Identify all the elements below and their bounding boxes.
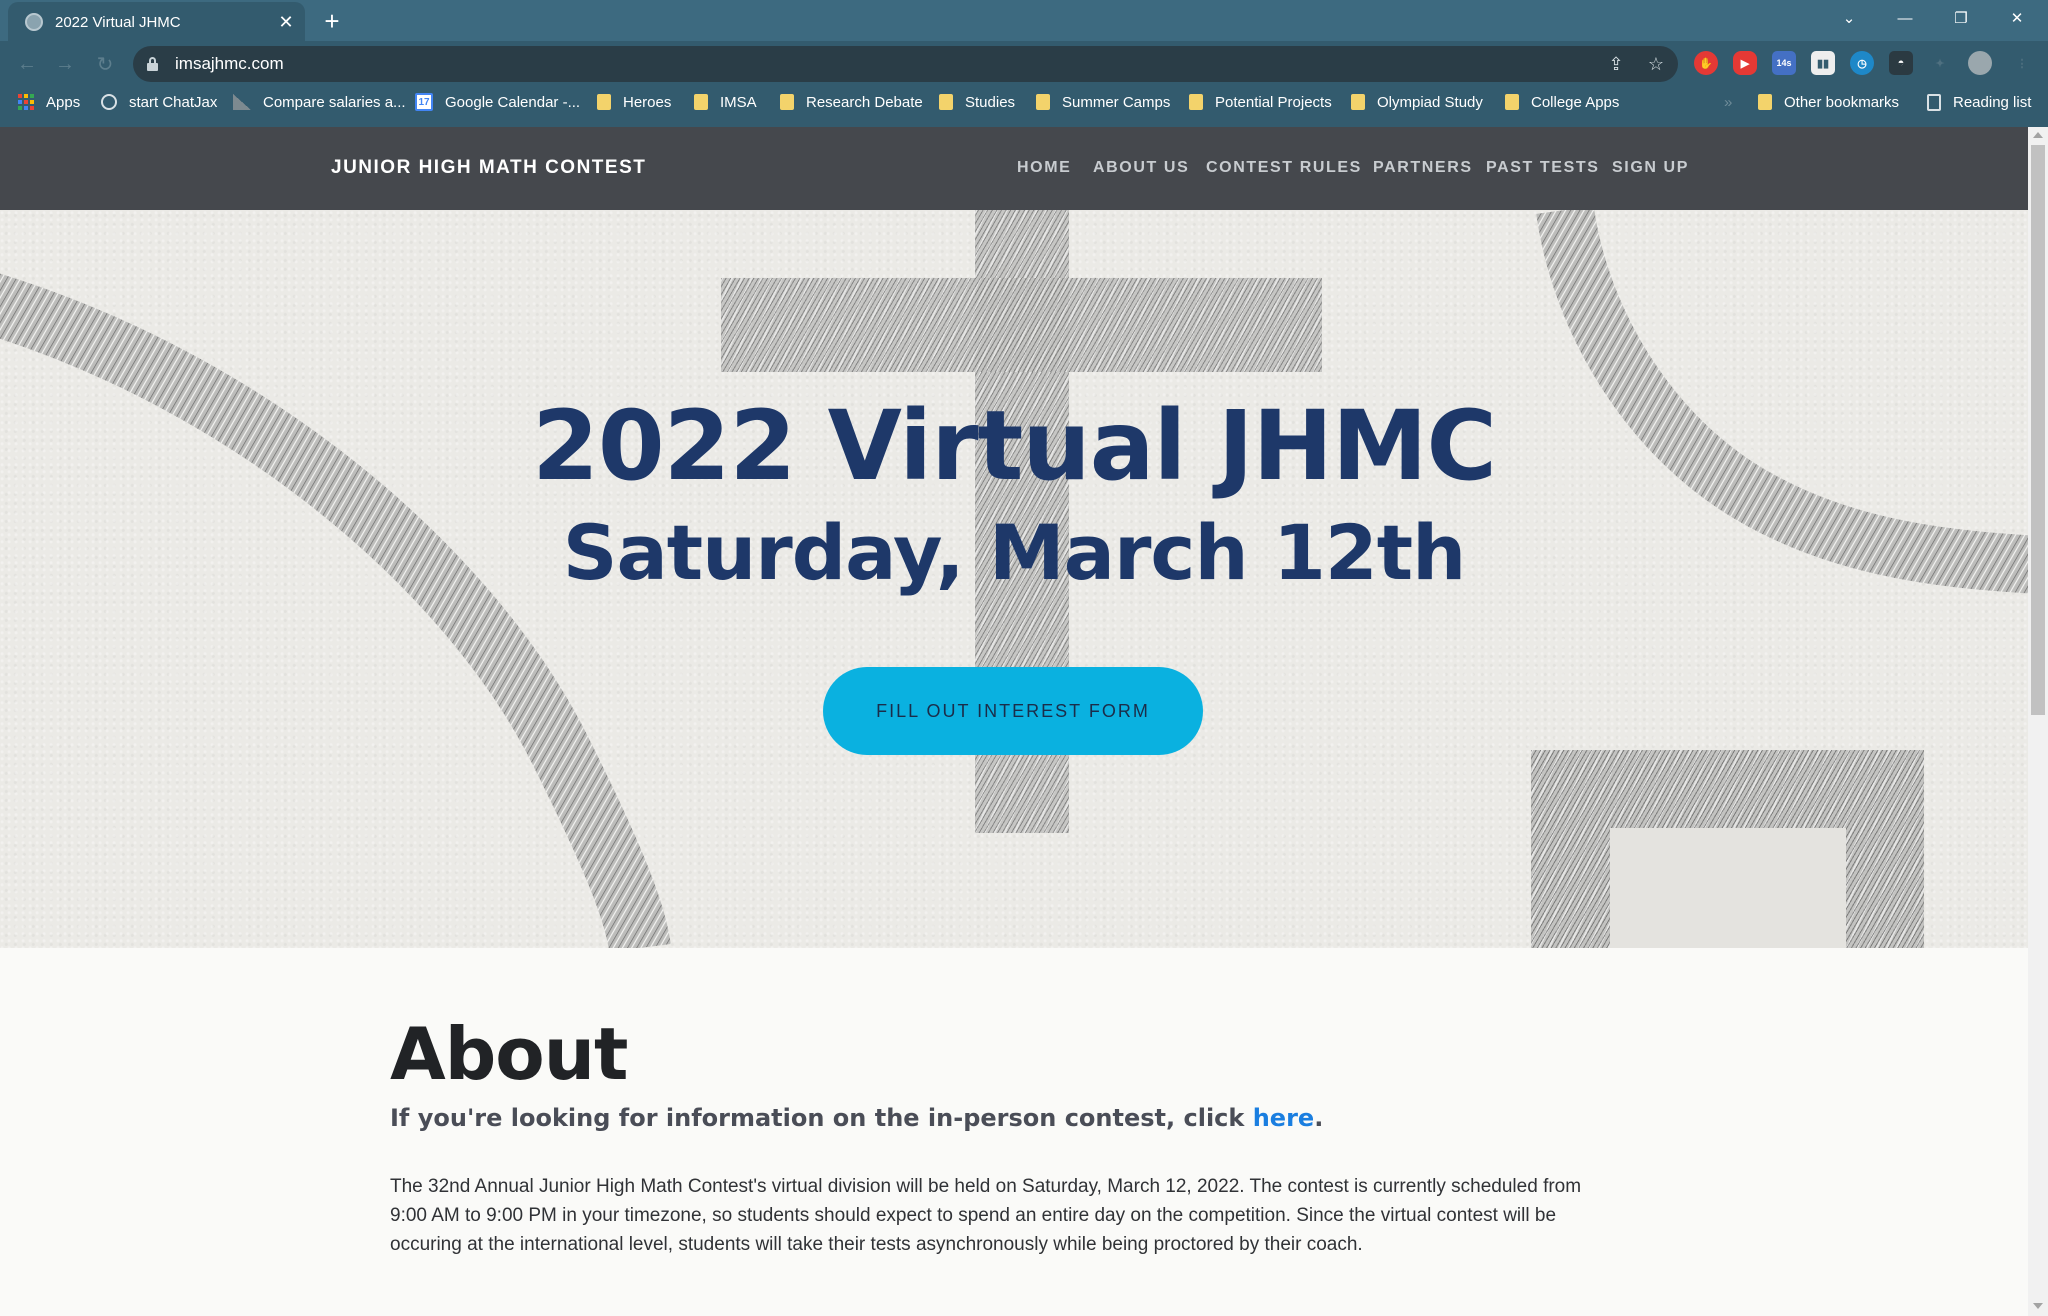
bookmark-folder-imsa[interactable]: IMSA	[694, 87, 757, 117]
folder-icon	[694, 94, 708, 110]
new-tab-button[interactable]: +	[318, 6, 346, 36]
scroll-down-arrow-icon[interactable]	[2033, 1303, 2043, 1309]
web-page: JUNIOR HIGH MATH CONTEST HOME ABOUT US C…	[0, 127, 2028, 1316]
tab-title: 2022 Virtual JHMC	[55, 13, 181, 31]
folder-icon	[1036, 94, 1050, 110]
folder-icon	[939, 94, 953, 110]
bookmarks-bar: Apps start ChatJax Compare salaries a...…	[0, 87, 2048, 127]
hero-section: 2022 Virtual JHMC Saturday, March 12th F…	[0, 210, 2028, 948]
browser-toolbar: ← → ↻ imsajhmc.com ⇪ ☆ ✋ ▶ 14s ▮▮ ◷ ◓ ✦ …	[0, 41, 2048, 87]
about-section: About If you're looking for information …	[390, 1012, 1640, 1259]
bookmark-folder-olympiad-study[interactable]: Olympiad Study	[1351, 87, 1483, 117]
youtube-extension-icon[interactable]: ▶	[1733, 51, 1757, 75]
scrollbar-thumb[interactable]	[2031, 145, 2045, 715]
browser-tab-active[interactable]: 2022 Virtual JHMC ✕	[8, 2, 305, 42]
site-navbar: JUNIOR HIGH MATH CONTEST HOME ABOUT US C…	[0, 127, 2028, 210]
site-brand-link[interactable]: JUNIOR HIGH MATH CONTEST	[331, 157, 646, 179]
bookmark-folder-research-debate[interactable]: Research Debate	[780, 87, 923, 117]
share-icon[interactable]: ⇪	[1605, 53, 1627, 75]
forward-button[interactable]: →	[50, 49, 80, 79]
close-window-button[interactable]: ✕	[1990, 0, 2044, 36]
globe-icon	[101, 94, 117, 110]
browser-tab-bar: 2022 Virtual JHMC ✕ + ⌄ — ❐ ✕	[0, 0, 2048, 42]
bookmark-compare-salaries[interactable]: Compare salaries a...	[233, 87, 406, 117]
lock-icon[interactable]	[147, 57, 158, 71]
chart-extension-icon[interactable]: ▮▮	[1811, 51, 1835, 75]
profile-avatar-icon[interactable]	[1968, 51, 1992, 75]
reload-button[interactable]: ↻	[90, 49, 120, 79]
star-icon[interactable]: ☆	[1645, 53, 1667, 75]
about-heading: About	[390, 1012, 628, 1096]
about-lead: If you're looking for information on the…	[390, 1104, 1324, 1132]
bookmark-google-calendar[interactable]: 17 Google Calendar -...	[415, 87, 580, 117]
calendar-icon: 17	[415, 93, 433, 111]
nav-past-tests[interactable]: PAST TESTS	[1486, 159, 1600, 177]
hero-subtitle: Saturday, March 12th	[562, 508, 1466, 597]
ad-block-extension-icon[interactable]: ✋	[1694, 51, 1718, 75]
clock-extension-icon[interactable]: ◷	[1850, 51, 1874, 75]
close-icon[interactable]: ✕	[273, 9, 299, 35]
minimize-button[interactable]: —	[1878, 0, 1932, 36]
address-bar[interactable]: imsajhmc.com ⇪ ☆	[133, 46, 1678, 82]
in-person-contest-link[interactable]: here	[1253, 1104, 1314, 1132]
nav-home[interactable]: HOME	[1017, 159, 1071, 177]
chart-icon	[233, 94, 251, 110]
tab-favicon-icon	[25, 13, 43, 31]
folder-icon	[597, 94, 611, 110]
bookmark-apps[interactable]: Apps	[18, 87, 80, 117]
bookmark-folder-studies[interactable]: Studies	[939, 87, 1015, 117]
apps-grid-icon	[18, 94, 34, 110]
folder-icon	[1758, 94, 1772, 110]
hero-title: 2022 Virtual JHMC	[532, 390, 1497, 502]
restore-button[interactable]: ❐	[1934, 0, 1988, 36]
bookmark-folder-summer-camps[interactable]: Summer Camps	[1036, 87, 1170, 117]
scroll-up-arrow-icon[interactable]	[2033, 132, 2043, 138]
incognito-extension-icon[interactable]: ◓	[1889, 51, 1913, 75]
about-body-text: The 32nd Annual Junior High Math Contest…	[390, 1176, 1582, 1255]
decorative-block-bottom-right	[1531, 750, 1924, 948]
back-button[interactable]: ←	[12, 49, 42, 79]
bookmark-other-bookmarks[interactable]: Other bookmarks	[1758, 87, 1899, 117]
nav-partners[interactable]: PARTNERS	[1373, 159, 1473, 177]
folder-icon	[780, 94, 794, 110]
menu-kebab-icon[interactable]: ⋮	[2010, 51, 2034, 75]
bookmark-folder-potential-projects[interactable]: Potential Projects	[1189, 87, 1332, 117]
folder-icon	[1189, 94, 1203, 110]
puzzle-extensions-icon[interactable]: ✦	[1928, 51, 1952, 75]
nav-contest-rules[interactable]: CONTEST RULES	[1206, 159, 1362, 177]
nav-sign-up[interactable]: SIGN UP	[1612, 159, 1689, 177]
bookmark-reading-list[interactable]: Reading list	[1927, 87, 2031, 117]
bookmarks-overflow-icon[interactable]: »	[1724, 87, 1732, 117]
bookmark-folder-college-apps[interactable]: College Apps	[1505, 87, 1619, 117]
url-text: imsajhmc.com	[175, 54, 284, 73]
nav-about-us[interactable]: ABOUT US	[1093, 159, 1189, 177]
folder-icon	[1351, 94, 1365, 110]
folder-icon	[1505, 94, 1519, 110]
tab-search-icon[interactable]: ⌄	[1822, 0, 1876, 36]
interest-form-button[interactable]: FILL OUT INTEREST FORM	[823, 667, 1203, 755]
bookmark-start-chatjax[interactable]: start ChatJax	[101, 87, 217, 117]
badge-extension-icon[interactable]: 14s	[1772, 51, 1796, 75]
page-scrollbar[interactable]	[2028, 127, 2048, 1316]
bookmark-folder-heroes[interactable]: Heroes	[597, 87, 671, 117]
reading-list-icon	[1927, 93, 1941, 111]
